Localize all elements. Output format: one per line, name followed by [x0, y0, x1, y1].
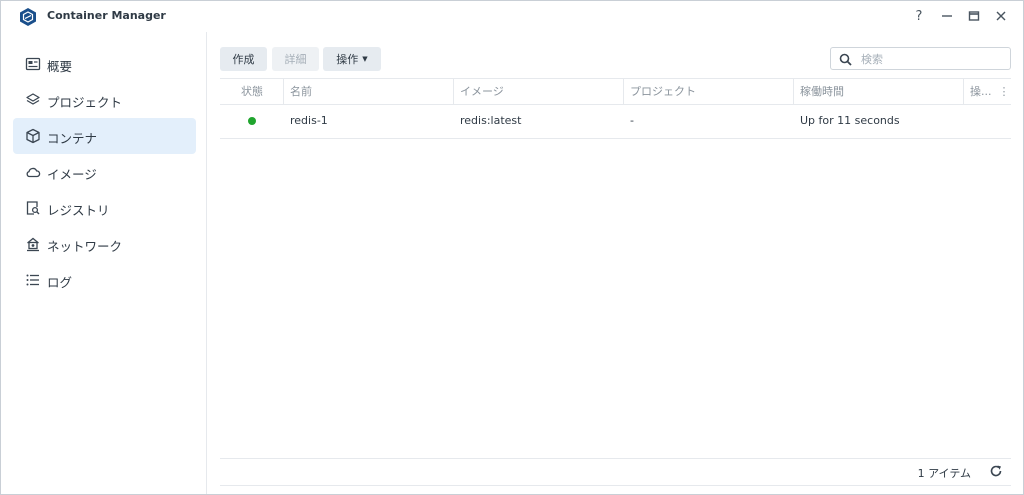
app-window: Container Manager ? 概要 プロジェクト コンテナ イメージ …: [0, 0, 1024, 495]
sidebar-item-label: イメージ: [47, 167, 97, 182]
create-button-label: 作成: [232, 53, 255, 66]
container-project: -: [630, 114, 634, 127]
sidebar-item-overview[interactable]: 概要: [13, 46, 196, 82]
minimize-icon: [942, 15, 952, 17]
sidebar-item-log[interactable]: ログ: [13, 262, 196, 298]
sidebar-item-containers[interactable]: コンテナ: [13, 118, 196, 154]
sidebar-item-label: 概要: [47, 59, 73, 74]
window-title: Container Manager: [47, 9, 166, 22]
sidebar-item-label: プロジェクト: [47, 95, 123, 110]
maximize-button[interactable]: [965, 7, 983, 25]
search-icon: [839, 53, 852, 66]
cube-icon: [26, 128, 40, 144]
column-header-actions[interactable]: 操...: [963, 79, 996, 104]
help-button[interactable]: ?: [910, 7, 928, 25]
sidebar-item-network[interactable]: ネットワーク: [13, 226, 196, 262]
sidebar-item-label: ネットワーク: [47, 239, 123, 254]
network-icon: [27, 237, 39, 252]
layers-icon: [26, 93, 40, 105]
column-header-uptime[interactable]: 稼働時間: [793, 79, 963, 104]
list-icon: [26, 274, 39, 286]
search-box[interactable]: [830, 47, 1011, 70]
sidebar-item-label: コンテナ: [47, 131, 98, 146]
status-running-icon: [248, 117, 256, 125]
table-header: 状態 名前 イメージ プロジェクト 稼働時間 操... ⋮: [220, 78, 1011, 105]
close-icon: [996, 11, 1006, 21]
column-header-name[interactable]: 名前: [283, 79, 453, 104]
sidebar-item-images[interactable]: イメージ: [13, 154, 196, 190]
sidebar: 概要 プロジェクト コンテナ イメージ レジストリ ネットワーク ログ: [1, 32, 207, 494]
sidebar-item-label: ログ: [47, 275, 73, 290]
table-row[interactable]: redis-1 redis:latest - Up for 11 seconds: [220, 104, 1011, 139]
sidebar-item-label: レジストリ: [47, 203, 110, 218]
item-count: 1 アイテム: [917, 467, 971, 480]
container-uptime: Up for 11 seconds: [800, 114, 900, 127]
container-image: redis:latest: [460, 114, 522, 127]
minimize-button[interactable]: [938, 7, 956, 25]
action-dropdown-button[interactable]: 操作 ▼: [323, 47, 381, 71]
sidebar-item-projects[interactable]: プロジェクト: [13, 82, 196, 118]
search-input[interactable]: [859, 51, 1008, 68]
container-manager-logo-icon: [20, 8, 36, 26]
container-name: redis-1: [290, 114, 328, 127]
create-button[interactable]: 作成: [220, 47, 267, 71]
caret-down-icon: ▼: [362, 55, 368, 63]
cloud-icon: [26, 167, 41, 178]
details-button-label: 詳細: [284, 53, 307, 66]
column-header-project[interactable]: プロジェクト: [623, 79, 793, 104]
registry-search-icon: [26, 201, 40, 215]
overview-icon: [25, 57, 41, 71]
table-footer: 1 アイテム: [220, 458, 1011, 486]
refresh-icon[interactable]: [989, 464, 1003, 478]
close-button[interactable]: [992, 7, 1010, 25]
title-bar: Container Manager ?: [1, 1, 1023, 32]
maximize-icon: [968, 11, 980, 21]
column-menu-icon[interactable]: ⋮: [998, 85, 1010, 99]
sidebar-item-registry[interactable]: レジストリ: [13, 190, 196, 226]
column-header-image[interactable]: イメージ: [453, 79, 623, 104]
action-button-label: 操作: [336, 53, 359, 66]
details-button[interactable]: 詳細: [272, 47, 319, 71]
column-header-status[interactable]: 状態: [241, 79, 283, 104]
help-icon: ?: [915, 8, 923, 24]
